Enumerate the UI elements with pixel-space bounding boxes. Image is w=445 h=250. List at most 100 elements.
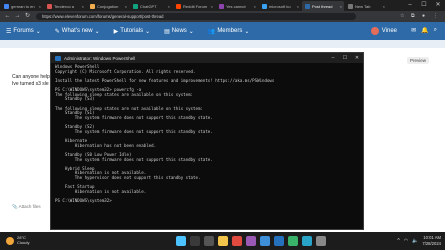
- back-icon[interactable]: ←: [4, 13, 11, 20]
- browser-tab[interactable]: german to en ×: [1, 1, 43, 11]
- user-menu[interactable]: Vinee: [370, 27, 397, 35]
- post-line: Ive turned s3 sle: [12, 81, 49, 87]
- favicon-icon: [4, 3, 9, 9]
- browser-tab-label: New Tab: [355, 3, 371, 9]
- browser-tab[interactable]: ChatGPT ×: [130, 1, 172, 11]
- close-icon[interactable]: ✕: [431, 0, 445, 10]
- close-icon[interactable]: ✕: [351, 55, 363, 61]
- powershell-title: Administrator: Windows PowerShell: [64, 55, 136, 61]
- search-icon[interactable]: [190, 236, 200, 246]
- nav-item-tutorials[interactable]: ▶ Tutorials ⌄: [114, 28, 150, 35]
- forward-icon[interactable]: →: [14, 13, 21, 20]
- browser-tab-label: microsoft ko: [269, 3, 291, 9]
- paperclip-icon: 📎: [12, 204, 18, 209]
- profile-icon[interactable]: ●: [422, 13, 428, 20]
- task-view-icon[interactable]: [204, 236, 214, 246]
- browser-tab[interactable]: Reddit Forum ×: [173, 1, 215, 11]
- weather-icon: [6, 236, 14, 245]
- chevron-up-icon[interactable]: ^: [397, 238, 399, 244]
- address-bar[interactable]: https://www.elevenforum.com/forums/gener…: [36, 13, 356, 20]
- terminal-icon[interactable]: [274, 236, 284, 246]
- powershell-icon: [55, 55, 61, 61]
- post-line: Can anyone help: [12, 74, 50, 80]
- browser-actions: ☆ ⧉ ● ⋮: [400, 13, 439, 20]
- chevron-down-icon: ⌄: [188, 28, 194, 35]
- forums-icon: ☰: [6, 28, 12, 35]
- close-tab-icon[interactable]: ×: [125, 4, 127, 9]
- bell-icon[interactable]: 🔔: [421, 27, 428, 34]
- browser-tab-label: Reddit Forum: [183, 3, 208, 9]
- chevron-down-icon: ⌄: [145, 28, 151, 35]
- browser-tab-label: Yes cannot: [226, 3, 246, 9]
- chevron-down-icon: ⌄: [35, 28, 41, 35]
- browser-tab-label: Tenderoo a: [54, 3, 75, 9]
- weather-widget[interactable]: 28°C Cloudy: [6, 235, 30, 245]
- clock[interactable]: 10:01 AM 7/28/2024: [422, 235, 441, 246]
- wifi-icon[interactable]: ◠: [404, 238, 408, 244]
- search-icon[interactable]: ⌕: [434, 27, 437, 34]
- favicon-icon: [90, 3, 95, 9]
- attach-files-label: Attach files: [18, 204, 41, 209]
- nav-item-news[interactable]: ▤ News ⌄: [164, 28, 194, 35]
- close-tab-icon[interactable]: ×: [340, 4, 342, 9]
- chrome-icon[interactable]: [232, 236, 242, 246]
- console-output[interactable]: Windows PowerShell Copyright (C) Microso…: [51, 63, 363, 206]
- nav-item-forums[interactable]: ☰ Forums ⌄: [6, 28, 41, 35]
- post-editor-text[interactable]: Can anyone help Ive turned s3 sle: [12, 74, 50, 88]
- minimize-icon[interactable]: –: [327, 55, 339, 61]
- media-icon[interactable]: [246, 236, 256, 246]
- clock-date: 7/28/2024: [422, 240, 441, 246]
- minimize-icon[interactable]: –: [403, 0, 417, 10]
- menu-icon[interactable]: ⋮: [433, 13, 439, 20]
- browser-tab[interactable]: Conjugation ×: [87, 1, 129, 11]
- attach-files-button[interactable]: 📎 Attach files: [12, 204, 41, 210]
- browser-tab-label: Conjugation: [97, 3, 119, 9]
- favicon-icon: [176, 3, 181, 9]
- browser-tab[interactable]: Post thread ×: [302, 1, 344, 11]
- favicon-icon: [133, 3, 138, 9]
- members-icon: 👥: [207, 28, 216, 35]
- browser-tab[interactable]: New Tab ×: [345, 1, 387, 11]
- browser-tab[interactable]: Tenderoo a ×: [44, 1, 86, 11]
- taskbar: 28°C Cloudy ^ ◠ 🔈 10:01 AM 7/28/2024: [0, 232, 445, 250]
- username: Vinee: [381, 28, 397, 34]
- browser-tab-label: ChatGPT: [140, 3, 157, 9]
- files-icon[interactable]: [218, 236, 228, 246]
- preview-button[interactable]: Preview: [406, 57, 429, 64]
- favicon-icon: [348, 3, 353, 9]
- extensions-icon[interactable]: ⧉: [411, 13, 417, 20]
- weather-desc: Cloudy: [17, 239, 30, 245]
- store-icon[interactable]: [260, 236, 270, 246]
- browser-tab[interactable]: microsoft ko ×: [259, 1, 301, 11]
- clock-time: 10:01 AM: [423, 235, 441, 240]
- photos-icon[interactable]: [288, 236, 298, 246]
- maximize-icon[interactable]: ☐: [417, 0, 431, 10]
- close-tab-icon[interactable]: ×: [39, 4, 41, 9]
- window-controls: – ☐ ✕: [403, 0, 445, 10]
- edge-icon[interactable]: [302, 236, 312, 246]
- close-tab-icon[interactable]: ×: [383, 4, 385, 9]
- inbox-icon[interactable]: ✉: [411, 27, 416, 34]
- close-tab-icon[interactable]: ×: [82, 4, 84, 9]
- whats-new-icon: ✎: [54, 28, 60, 35]
- close-tab-icon[interactable]: ×: [254, 4, 256, 9]
- powershell-window-controls: – ☐ ✕: [327, 55, 363, 61]
- speaker-icon[interactable]: 🔈: [412, 238, 418, 244]
- maximize-icon[interactable]: ☐: [339, 55, 351, 61]
- browser-tab[interactable]: Yes cannot ×: [216, 1, 258, 11]
- reload-icon[interactable]: ↻: [24, 13, 31, 20]
- close-tab-icon[interactable]: ×: [211, 4, 213, 9]
- close-tab-icon[interactable]: ×: [297, 4, 299, 9]
- nav-item-members[interactable]: 👥 Members ⌄: [208, 28, 250, 35]
- star-icon[interactable]: ☆: [400, 13, 406, 20]
- settings-icon[interactable]: [316, 236, 326, 246]
- nav-item-label: Forums: [13, 28, 34, 34]
- nav-item-whats-new[interactable]: ✎ What's new ⌄: [55, 28, 100, 35]
- nav-item-label: Tutorials: [120, 28, 144, 34]
- close-tab-icon[interactable]: ×: [168, 4, 170, 9]
- favicon-icon: [219, 3, 224, 9]
- start-icon[interactable]: [176, 236, 186, 246]
- powershell-window[interactable]: Administrator: Windows PowerShell – ☐ ✕ …: [50, 52, 364, 230]
- browser-tab-strip: german to en × Tenderoo a × Conjugation × Chat…: [0, 0, 445, 11]
- powershell-titlebar[interactable]: Administrator: Windows PowerShell – ☐ ✕: [51, 53, 363, 63]
